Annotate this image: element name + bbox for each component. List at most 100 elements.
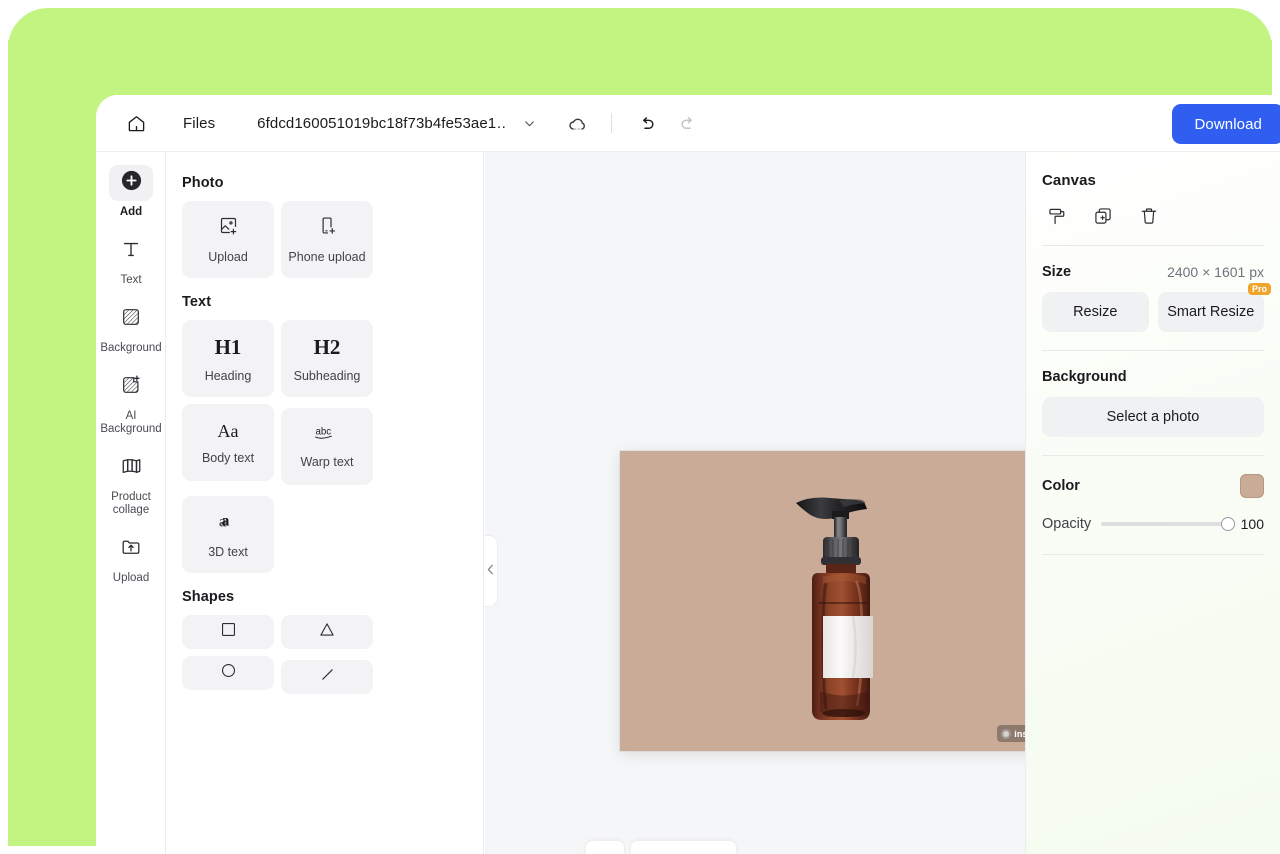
download-button[interactable]: Download bbox=[1172, 104, 1280, 144]
triangle-shape-icon bbox=[318, 621, 336, 643]
sidebar-label-add: Add bbox=[119, 206, 143, 218]
tile-shape-line[interactable] bbox=[281, 660, 373, 694]
svg-text:abc: abc bbox=[316, 426, 332, 437]
tile-phone-upload-label: Phone upload bbox=[288, 250, 366, 264]
square-shape-icon bbox=[220, 621, 237, 643]
collage-icon bbox=[120, 454, 143, 482]
tile-shape-circle[interactable] bbox=[182, 656, 274, 690]
image-plus-icon bbox=[218, 215, 239, 241]
svg-text:a: a bbox=[222, 512, 230, 529]
tile-3d-text-label: 3D text bbox=[208, 544, 248, 559]
sidebar-item-add[interactable]: Add bbox=[96, 157, 166, 225]
right-inspector-panel: Canvas Size 2400 × 1601 px Resize Smart … bbox=[1025, 152, 1280, 854]
chevron-down-icon[interactable] bbox=[519, 113, 539, 133]
product-image[interactable] bbox=[620, 451, 1080, 751]
inspector-divider-4 bbox=[1042, 554, 1264, 555]
tile-warp-text-label: Warp text bbox=[300, 455, 354, 469]
resize-button-row: Resize Smart Resize Pro bbox=[1042, 280, 1271, 350]
tile-shape-square[interactable] bbox=[182, 615, 274, 649]
canvas-stage[interactable]: insMind .com bbox=[485, 152, 1080, 854]
chevron-left-icon bbox=[487, 562, 494, 580]
smart-resize-button[interactable]: Smart Resize Pro bbox=[1157, 283, 1271, 332]
shapes-heading: Shapes bbox=[182, 589, 235, 605]
tile-3d-text[interactable]: a a 3D text bbox=[182, 496, 274, 573]
tile-warp-text[interactable]: abc Warp text bbox=[281, 408, 373, 485]
tile-subheading[interactable]: H2 Subheading bbox=[281, 320, 373, 397]
paint-roller-icon[interactable] bbox=[1044, 203, 1070, 229]
hatch-sparkle-icon bbox=[120, 374, 142, 401]
warp-text-icon: abc bbox=[312, 424, 342, 446]
text-tile-row: H1 Heading H2 Subheading Aa Body text ab… bbox=[182, 320, 467, 573]
sidebar-item-upload[interactable]: Upload bbox=[96, 523, 166, 591]
opacity-slider[interactable] bbox=[1101, 517, 1235, 531]
bottom-toolbar-pill-1[interactable] bbox=[586, 841, 624, 854]
canvas-tool-icons bbox=[1042, 189, 1264, 245]
undo-icon[interactable] bbox=[634, 111, 658, 135]
sidebar-label-upload: Upload bbox=[112, 572, 150, 584]
product-collage-icon-box bbox=[109, 450, 153, 486]
tile-upload-label: Upload bbox=[208, 250, 248, 264]
left-sidebar-rail: Add Text Background AI Background Produc… bbox=[96, 152, 166, 854]
resize-button[interactable]: Resize bbox=[1042, 292, 1149, 332]
home-icon[interactable] bbox=[121, 108, 151, 138]
upload-icon-box bbox=[109, 531, 153, 567]
phone-plus-icon bbox=[317, 215, 338, 241]
color-label: Color bbox=[1042, 478, 1080, 494]
sidebar-label-background: Background bbox=[100, 342, 162, 354]
app-window: Files 6fdcd160051019bc18f73b4fe53ae1… Do… bbox=[96, 95, 1280, 854]
h1-glyph: H1 bbox=[214, 334, 242, 359]
sidebar-item-background[interactable]: Background bbox=[96, 293, 166, 361]
document-title: 6fdcd160051019bc18f73b4fe53ae1… bbox=[257, 114, 508, 132]
tile-upload[interactable]: Upload bbox=[182, 201, 274, 278]
top-bar: Files 6fdcd160051019bc18f73b4fe53ae1… Do… bbox=[96, 95, 1280, 152]
add-icon-box bbox=[109, 165, 153, 201]
plus-circle-icon bbox=[120, 169, 143, 197]
circle-shape-icon bbox=[220, 662, 237, 684]
sidebar-label-ai-background: AI Background bbox=[100, 410, 162, 435]
background-icon-box bbox=[109, 301, 153, 337]
color-row: Color bbox=[1042, 456, 1264, 498]
text-icon-box bbox=[109, 233, 153, 269]
cloud-sync-icon bbox=[565, 111, 589, 135]
background-row: Background bbox=[1042, 351, 1264, 385]
three-d-text-icon: a a bbox=[217, 511, 239, 536]
duplicate-icon[interactable] bbox=[1090, 203, 1116, 229]
sidebar-item-text[interactable]: Text bbox=[96, 225, 166, 293]
sidebar-label-product-collage: Product collage bbox=[111, 491, 151, 516]
artboard[interactable]: insMind .com bbox=[620, 451, 1080, 751]
photo-heading: Photo bbox=[182, 175, 224, 191]
folder-upload-icon bbox=[120, 536, 142, 563]
tile-body-text-label: Body text bbox=[201, 450, 255, 465]
sidebar-item-product-collage[interactable]: Product collage bbox=[96, 442, 166, 523]
tile-heading-label: Heading bbox=[204, 368, 252, 383]
text-t-icon bbox=[120, 238, 142, 265]
pro-badge: Pro bbox=[1247, 283, 1271, 295]
select-a-photo-button[interactable]: Select a photo bbox=[1042, 397, 1264, 437]
size-row: Size 2400 × 1601 px bbox=[1042, 246, 1264, 280]
color-swatch[interactable] bbox=[1240, 474, 1264, 498]
opacity-label: Opacity bbox=[1042, 516, 1092, 532]
watermark-logo-icon bbox=[1001, 728, 1012, 739]
toolbar-divider bbox=[611, 113, 613, 133]
tile-subheading-label: Subheading bbox=[293, 368, 361, 383]
size-label: Size bbox=[1042, 264, 1072, 280]
tile-phone-upload[interactable]: Phone upload bbox=[281, 201, 373, 278]
opacity-slider-thumb[interactable] bbox=[1221, 517, 1235, 531]
tile-heading[interactable]: H1 Heading bbox=[182, 320, 274, 397]
left-panel: Photo Upload Phone upload Text H1 Headin… bbox=[166, 152, 484, 854]
inspector-title: Canvas bbox=[1042, 172, 1096, 189]
text-heading: Text bbox=[182, 294, 212, 310]
opacity-value: 100 bbox=[1240, 516, 1264, 532]
files-link[interactable]: Files bbox=[183, 115, 215, 132]
shapes-tile-row bbox=[182, 615, 467, 694]
size-value: 2400 × 1601 px bbox=[1167, 264, 1264, 280]
tile-shape-triangle[interactable] bbox=[281, 615, 373, 649]
bottom-toolbar-pill-2[interactable] bbox=[631, 841, 736, 854]
photo-tile-row: Upload Phone upload bbox=[182, 201, 467, 278]
sidebar-item-ai-background[interactable]: AI Background bbox=[96, 361, 166, 442]
redo-icon[interactable] bbox=[676, 111, 700, 135]
trash-icon[interactable] bbox=[1136, 203, 1162, 229]
panel-collapse-handle[interactable] bbox=[484, 535, 498, 607]
aa-glyph: Aa bbox=[217, 420, 239, 441]
tile-body-text[interactable]: Aa Body text bbox=[182, 404, 274, 481]
